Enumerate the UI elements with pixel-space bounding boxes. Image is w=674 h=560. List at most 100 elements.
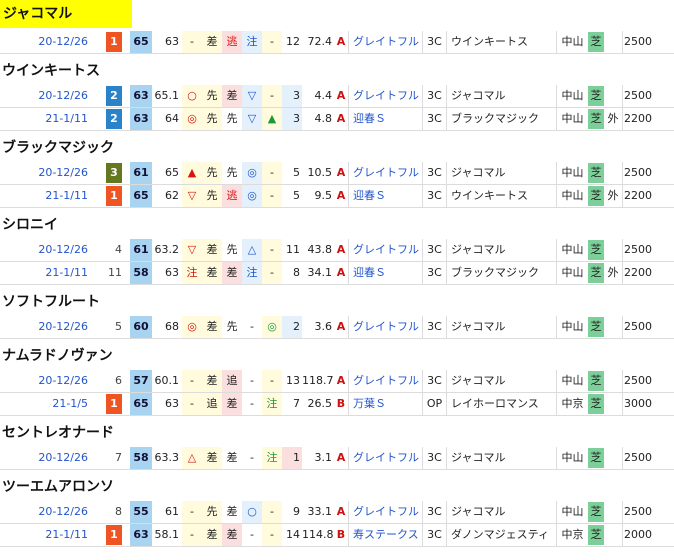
horse-name[interactable]: ウインキートス xyxy=(2,60,100,80)
running-style: 差 xyxy=(202,239,222,261)
race-name-link[interactable]: グレイトフル xyxy=(348,316,422,338)
odds: 4.4 xyxy=(314,89,333,102)
track-name: 中山 xyxy=(556,31,588,53)
mark-2: - xyxy=(250,320,254,333)
finish-position: 3 xyxy=(92,162,128,184)
speed-index: 61 xyxy=(130,239,152,261)
horse-name-row: ナムラドノヴァン xyxy=(0,339,674,370)
table-row: 21-1/11 1 63 58.1- 差差 - -14 114.8 B 寿ステークス 3C ダノンマジ… xyxy=(0,524,674,547)
running-style-actual: 差 xyxy=(222,262,242,284)
race-name-link[interactable]: グレイトフル xyxy=(348,31,422,53)
horse-name[interactable]: ジャコマル xyxy=(0,0,132,28)
race-name-link[interactable]: 迎春Ｓ xyxy=(348,108,422,130)
horse-name[interactable]: ソフトフルート xyxy=(2,291,100,311)
race-date[interactable]: 20-12/26 xyxy=(0,239,92,261)
surface: 芝 xyxy=(588,447,604,469)
course-side xyxy=(604,316,622,338)
finish-position-value: 2 xyxy=(106,86,122,106)
surface-badge: 芝 xyxy=(588,371,604,391)
race-name-link[interactable]: 迎春Ｓ xyxy=(348,262,422,284)
surface: 芝 xyxy=(588,262,604,284)
race-name-link[interactable]: 寿ステークス xyxy=(348,524,422,546)
distance: 2500 xyxy=(622,447,652,469)
mark-3: ▲ xyxy=(262,108,282,130)
distance: 2200 xyxy=(622,108,652,130)
distance: 2000 xyxy=(622,524,652,546)
race-date[interactable]: 20-12/26 xyxy=(0,85,92,107)
finish-position-value: 3 xyxy=(106,163,122,183)
running-style: 差 xyxy=(202,370,222,392)
course-side xyxy=(604,239,622,261)
mark-1: ○ xyxy=(182,85,202,107)
mark-3: - xyxy=(262,501,282,523)
race-name-link[interactable]: グレイトフル xyxy=(348,85,422,107)
race-date[interactable]: 20-12/26 xyxy=(0,31,92,53)
race-name-link[interactable]: グレイトフル xyxy=(348,239,422,261)
surface-badge: 芝 xyxy=(588,317,604,337)
finish-position-value: 11 xyxy=(108,266,122,279)
race-class: A xyxy=(336,505,346,518)
odds: 72.4 xyxy=(307,35,333,48)
running-style: 差 xyxy=(202,524,222,546)
horse-name[interactable]: シロニイ xyxy=(2,214,58,234)
mark-2: - xyxy=(250,374,254,387)
surface: 芝 xyxy=(588,393,604,415)
distance: 2500 xyxy=(622,239,652,261)
horse-name[interactable]: ブラックマジック xyxy=(2,137,114,157)
surface: 芝 xyxy=(588,239,604,261)
race-name-link[interactable]: グレイトフル xyxy=(348,447,422,469)
race-date[interactable]: 20-12/26 xyxy=(0,501,92,523)
mark-3: - xyxy=(262,85,282,107)
surface-badge: 芝 xyxy=(588,109,604,129)
surface: 芝 xyxy=(588,85,604,107)
track-name: 中山 xyxy=(556,501,588,523)
race-date[interactable]: 20-12/26 xyxy=(0,162,92,184)
race-date[interactable]: 21-1/11 xyxy=(0,185,92,207)
mark-1: - xyxy=(182,31,202,53)
base-index: 63.3 xyxy=(154,451,180,464)
finish-position-value: 4 xyxy=(115,243,122,256)
winner-name: ジャコマル xyxy=(446,162,556,184)
course-side xyxy=(604,524,622,546)
finish-position: 7 xyxy=(92,447,128,469)
running-style-actual: 追 xyxy=(222,370,242,392)
course-side xyxy=(604,31,622,53)
horse-name[interactable]: ナムラドノヴァン xyxy=(2,345,113,365)
race-date[interactable]: 20-12/26 xyxy=(0,316,92,338)
popularity: 5 xyxy=(293,189,300,202)
race-date[interactable]: 21-1/11 xyxy=(0,262,92,284)
speed-index: 58 xyxy=(130,447,152,469)
popularity: 2 xyxy=(282,316,302,338)
odds: 4.8 xyxy=(314,112,333,125)
finish-position-value: 1 xyxy=(106,394,122,414)
race-date[interactable]: 21-1/5 xyxy=(0,393,92,415)
running-style: 差 xyxy=(202,316,222,338)
race-name-link[interactable]: グレイトフル xyxy=(348,162,422,184)
race-date[interactable]: 20-12/26 xyxy=(0,370,92,392)
horse-name[interactable]: セントレオナード xyxy=(2,422,114,442)
popularity: 14 xyxy=(286,528,300,541)
running-style-actual: 差 xyxy=(222,524,242,546)
popularity: 3 xyxy=(282,85,302,107)
base-index: 63 xyxy=(165,397,179,410)
mark-1: ▽ xyxy=(182,239,202,261)
race-date[interactable]: 21-1/11 xyxy=(0,108,92,130)
table-row: 20-12/26 2 63 65.1 ○ 先差 ▽ -3 4.4 A グレイトフル 3C ジャコマル 中山… xyxy=(0,85,674,108)
finish-position-value: 2 xyxy=(106,109,122,129)
winner-name: ブラックマジック xyxy=(446,262,556,284)
mark-1: ◎ xyxy=(182,108,202,130)
horse-name[interactable]: ツーエムアロンソ xyxy=(2,476,114,496)
popularity: 12 xyxy=(286,35,300,48)
race-name-link[interactable]: グレイトフル xyxy=(348,370,422,392)
race-name-link[interactable]: グレイトフル xyxy=(348,501,422,523)
race-name-link[interactable]: 迎春Ｓ xyxy=(348,185,422,207)
race-class: A xyxy=(336,166,346,179)
race-date[interactable]: 21-1/11 xyxy=(0,524,92,546)
mark-2: △ xyxy=(242,239,262,261)
base-index: 63 xyxy=(165,35,179,48)
race-grade: 3C xyxy=(422,239,446,261)
distance: 2500 xyxy=(622,162,652,184)
popularity: 1 xyxy=(282,447,302,469)
race-date[interactable]: 20-12/26 xyxy=(0,447,92,469)
race-name-link[interactable]: 万葉Ｓ xyxy=(348,393,422,415)
